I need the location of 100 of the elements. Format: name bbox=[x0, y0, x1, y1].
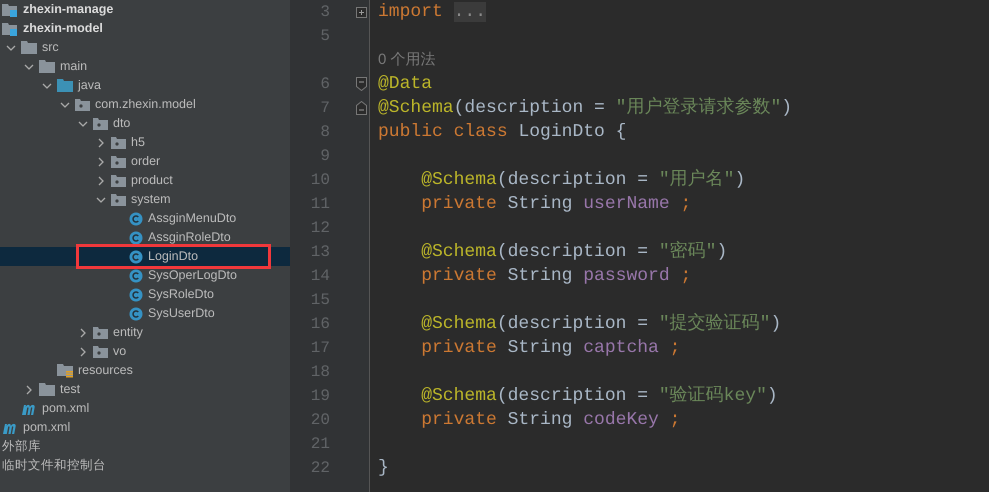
code-line: import ... bbox=[378, 0, 486, 24]
tree-item-label: h5 bbox=[131, 134, 145, 152]
tree-item-label: entity bbox=[113, 324, 143, 342]
fold-end-icon[interactable] bbox=[356, 77, 367, 91]
fold-plus-icon[interactable] bbox=[356, 6, 367, 18]
code-line: public class LoginDto { bbox=[378, 120, 626, 144]
tree-item-label: order bbox=[131, 153, 160, 170]
usage-hint[interactable]: 0 个用法 bbox=[378, 48, 436, 72]
module-folder-icon bbox=[2, 22, 18, 36]
chevron-right-icon[interactable] bbox=[78, 328, 88, 338]
tree-item-label: zhexin-manage bbox=[23, 1, 114, 18]
package-folder-icon bbox=[111, 136, 126, 148]
package-folder-icon bbox=[93, 346, 108, 358]
tree-item-label: system bbox=[131, 191, 171, 208]
tree-item-label: src bbox=[42, 39, 59, 56]
code-line: private String captcha ; bbox=[420, 336, 680, 360]
chevron-down-icon[interactable] bbox=[6, 42, 16, 52]
chevron-down-icon[interactable] bbox=[78, 118, 88, 128]
package-folder-icon bbox=[111, 174, 126, 186]
tree-item-label: main bbox=[60, 58, 88, 76]
chevron-down-icon[interactable] bbox=[96, 194, 106, 204]
tree-item-label: SysUserDto bbox=[148, 305, 215, 322]
tree-item[interactable]: SysRoleDto bbox=[0, 285, 290, 304]
class-icon bbox=[129, 268, 143, 282]
tree-item[interactable]: java bbox=[0, 76, 290, 95]
tree-item[interactable]: 临时文件和控制台 bbox=[0, 456, 290, 475]
tree-item-label: SysOperLogDto bbox=[148, 267, 237, 284]
code-line: @Schema(description = "用户登录请求参数") bbox=[378, 96, 792, 120]
tree-item[interactable]: entity bbox=[0, 323, 290, 342]
tree-item[interactable]: vo bbox=[0, 342, 290, 361]
folder-icon bbox=[21, 41, 37, 54]
package-folder-icon bbox=[111, 194, 126, 206]
tree-item[interactable]: AssginRoleDto bbox=[0, 228, 290, 247]
tree-item[interactable]: SysOperLogDto bbox=[0, 266, 290, 285]
code-line: @Schema(description = "验证码key") bbox=[420, 384, 778, 408]
package-folder-icon bbox=[93, 326, 108, 338]
tree-item-label: AssginMenuDto bbox=[148, 210, 236, 228]
tree-item-label: AssginRoleDto bbox=[148, 229, 231, 246]
code-line: } bbox=[378, 456, 389, 480]
class-icon bbox=[129, 212, 143, 226]
tree-item[interactable]: resources bbox=[0, 361, 290, 380]
tree-item-label: 外部库 bbox=[2, 438, 41, 456]
package-folder-icon bbox=[75, 98, 90, 110]
code-line: @Data bbox=[378, 72, 432, 96]
code-line: @Schema(description = "用户名") bbox=[420, 168, 746, 192]
tree-item[interactable]: LoginDto bbox=[0, 247, 290, 266]
folder-icon bbox=[57, 79, 73, 92]
folder-icon bbox=[39, 383, 55, 396]
tree-item[interactable]: order bbox=[0, 152, 290, 171]
tree-item-label: java bbox=[78, 77, 101, 94]
tree-item[interactable]: system bbox=[0, 190, 290, 209]
tree-item[interactable]: test bbox=[0, 380, 290, 399]
code-line: @Schema(description = "提交验证码") bbox=[420, 312, 782, 336]
package-folder-icon bbox=[93, 118, 108, 130]
tree-item[interactable]: h5 bbox=[0, 133, 290, 152]
maven-icon bbox=[21, 402, 37, 414]
code-line: @Schema(description = "密码") bbox=[420, 240, 728, 264]
tree-item-label: pom.xml bbox=[42, 400, 90, 418]
code-line: private String codeKey ; bbox=[420, 408, 680, 432]
tree-item[interactable]: 外部库 bbox=[0, 437, 290, 456]
tree-item-label: dto bbox=[113, 115, 130, 132]
tree-item-label: com.zhexin.model bbox=[95, 96, 196, 114]
tree-item-label: SysRoleDto bbox=[148, 286, 214, 304]
tree-item[interactable]: dto bbox=[0, 114, 290, 133]
tree-item-label: pom.xml bbox=[23, 419, 70, 436]
tree-item-label: 临时文件和控制台 bbox=[2, 457, 106, 474]
chevron-right-icon[interactable] bbox=[78, 346, 88, 356]
class-icon bbox=[129, 288, 143, 302]
tree-item-label: test bbox=[60, 381, 80, 398]
tree-item[interactable]: product bbox=[0, 171, 290, 190]
class-icon bbox=[129, 230, 143, 244]
tree-item[interactable]: com.zhexin.model bbox=[0, 95, 290, 114]
code-line: private String userName ; bbox=[420, 192, 692, 216]
fold-minus-icon[interactable] bbox=[356, 101, 367, 115]
tree-item[interactable]: SysUserDto bbox=[0, 304, 290, 323]
chevron-right-icon[interactable] bbox=[96, 176, 106, 186]
chevron-down-icon[interactable] bbox=[60, 100, 70, 110]
tree-item[interactable]: pom.xml bbox=[0, 399, 290, 418]
code-line: private String password ; bbox=[420, 264, 692, 288]
package-folder-icon bbox=[111, 156, 126, 168]
tree-item[interactable]: src bbox=[0, 38, 290, 57]
chevron-right-icon[interactable] bbox=[96, 156, 106, 166]
maven-icon bbox=[2, 422, 18, 434]
tree-item-label: resources bbox=[78, 362, 133, 380]
module-folder-icon bbox=[2, 2, 18, 16]
resources-folder-icon bbox=[57, 364, 73, 378]
tree-item-label: vo bbox=[113, 343, 126, 360]
class-icon bbox=[129, 306, 143, 320]
chevron-down-icon[interactable] bbox=[24, 62, 34, 72]
tree-item[interactable]: AssginMenuDto bbox=[0, 209, 290, 228]
tree-item-label: product bbox=[131, 172, 173, 190]
tree-item[interactable]: zhexin-model bbox=[0, 19, 290, 38]
tree-item[interactable]: zhexin-manage bbox=[0, 0, 290, 19]
tree-item[interactable]: main bbox=[0, 57, 290, 76]
chevron-down-icon[interactable] bbox=[42, 80, 52, 90]
chevron-right-icon[interactable] bbox=[24, 384, 34, 394]
tree-item-label: LoginDto bbox=[148, 248, 198, 266]
chevron-right-icon[interactable] bbox=[96, 138, 106, 148]
tree-item[interactable]: pom.xml bbox=[0, 418, 290, 437]
class-icon bbox=[129, 250, 143, 264]
